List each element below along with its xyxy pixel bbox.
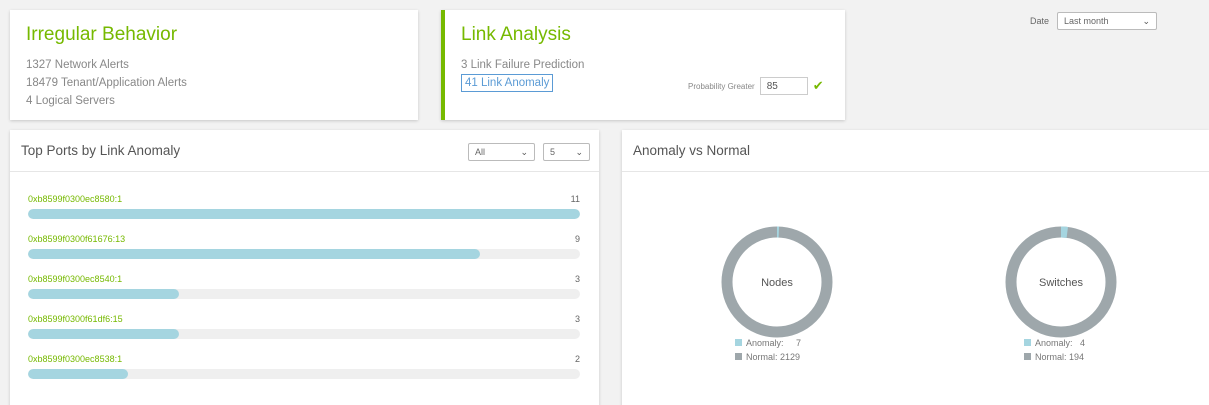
port-label[interactable]: 0xb8599f0300f61676:13 [28,234,580,244]
top-ports-panel: Top Ports by Link Anomaly All ⌄ 5 ⌄ 0xb8… [10,130,599,405]
probability-filter: Probability Greater ✔ [688,77,824,95]
port-row: 0xb8599f0300f61df6:15 3 [28,314,580,339]
top-ports-header: Top Ports by Link Anomaly All ⌄ 5 ⌄ [10,130,599,172]
nodes-center-label: Nodes [761,277,793,289]
chevron-down-icon: ⌄ [575,146,583,157]
date-select-value: Last month [1064,16,1109,26]
date-filter: Date Last month ⌄ [1030,12,1158,30]
link-analysis-title[interactable]: Link Analysis [461,24,829,46]
probability-label: Probability Greater [688,81,755,91]
port-row: 0xb8599f0300ec8580:1 11 [28,194,580,219]
normal-swatch [1024,353,1031,360]
legend-normal-label: Normal: [746,352,778,362]
switches-legend: Anomaly: 4 Normal: 194 [1024,336,1085,364]
anomaly-vs-normal-title: Anomaly vs Normal [633,143,751,158]
port-count-value: 5 [550,147,556,157]
network-alerts-text: 1327 Network Alerts [26,59,129,71]
port-filter-value: All [475,147,486,157]
link-analysis-card: Link Analysis 3 Link Failure Prediction … [441,10,845,120]
port-row: 0xb8599f0300f61676:13 9 [28,234,580,259]
port-label[interactable]: 0xb8599f0300f61df6:15 [28,314,580,324]
port-bar-fill[interactable] [28,329,179,339]
port-bar-track [28,209,580,219]
switches-normal-value: 194 [1069,352,1085,362]
nodes-anomaly-value: 7 [796,338,802,348]
port-filter-select[interactable]: All ⌄ [468,143,535,161]
chevron-down-icon: ⌄ [520,146,528,157]
top-ports-title: Top Ports by Link Anomaly [21,143,181,158]
legend-anomaly-label: Anomaly: [746,338,784,348]
port-label[interactable]: 0xb8599f0300ec8540:1 [28,274,580,284]
port-count: 11 [570,194,580,204]
legend-anomaly-label: Anomaly: [1035,338,1073,348]
irregular-behavior-card: Irregular Behavior 1327 Network Alerts 1… [10,10,418,120]
port-count-select[interactable]: 5 ⌄ [543,143,590,161]
port-row: 0xb8599f0300ec8538:1 2 [28,354,580,379]
anomaly-swatch [735,339,742,346]
link-anomaly-link[interactable]: 41 Link Anomaly [461,74,554,92]
port-bar-track [28,249,580,259]
logical-servers-text: 4 Logical Servers [26,95,115,107]
port-row: 0xb8599f0300ec8540:1 3 [28,274,580,299]
normal-swatch [735,353,742,360]
anomaly-swatch [1024,339,1031,346]
tenant-alerts-text: 18479 Tenant/Application Alerts [26,77,187,89]
port-bar-track [28,289,580,299]
port-count: 2 [574,354,580,364]
legend-normal-label: Normal: [1035,352,1067,362]
nodes-donut[interactable]: Nodes [717,222,837,342]
port-count: 3 [574,274,580,284]
date-select[interactable]: Last month ⌄ [1057,12,1158,30]
port-bar-track [28,329,580,339]
port-bar-fill[interactable] [28,369,129,379]
port-bar-track [28,369,580,379]
chevron-down-icon: ⌄ [1142,15,1151,26]
nodes-legend: Anomaly: 7 Normal: 2129 [735,336,801,364]
port-bar-fill[interactable] [28,249,480,259]
port-bar-fill[interactable] [28,289,179,299]
switches-center-label: Switches [1039,277,1084,289]
date-label: Date [1030,16,1050,26]
link-failure-prediction-text[interactable]: 3 Link Failure Prediction [461,56,829,74]
port-bar-fill[interactable] [28,209,580,219]
anomaly-vs-normal-panel: Anomaly vs Normal Nodes Anomaly: 7 Norma… [622,130,1209,405]
switches-donut[interactable]: Switches [1001,222,1121,342]
probability-input[interactable] [759,77,808,95]
port-count: 9 [574,234,580,244]
port-count: 3 [574,314,580,324]
port-label[interactable]: 0xb8599f0300ec8580:1 [28,194,580,204]
port-label[interactable]: 0xb8599f0300ec8538:1 [28,354,580,364]
irregular-behavior-title[interactable]: Irregular Behavior [26,24,402,46]
switches-anomaly-value: 4 [1080,338,1086,348]
anomaly-vs-normal-header: Anomaly vs Normal [622,130,1209,172]
nodes-normal-value: 2129 [780,352,801,362]
check-icon[interactable]: ✔ [813,78,824,94]
